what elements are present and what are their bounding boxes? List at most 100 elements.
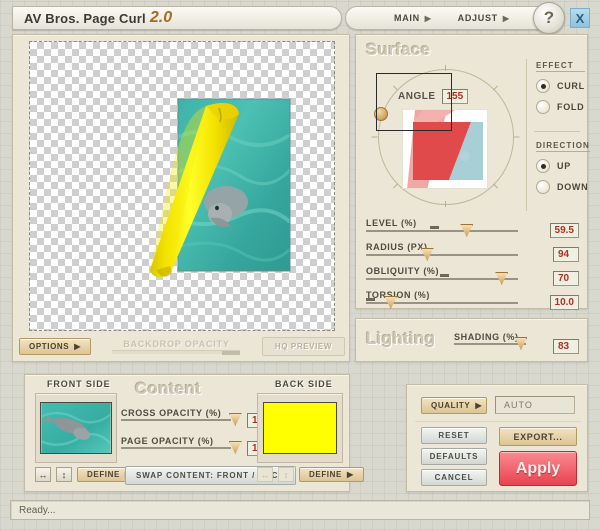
front-side-thumbnail <box>40 402 112 454</box>
chevron-right-icon: ▶ <box>475 401 482 410</box>
page-curl-render <box>30 42 336 332</box>
slider-cross-opacity-thumb[interactable] <box>229 413 242 426</box>
chevron-right-icon: ▶ <box>425 14 432 23</box>
slider-page-opacity-track[interactable] <box>121 447 231 449</box>
preview-panel: OPTIONS ▶ BACKDROP OPACITY HQ PREVIEW <box>12 34 350 362</box>
close-button[interactable]: X <box>570 8 590 28</box>
slider-page-opacity: PAGE OPACITY (%) <box>121 431 251 449</box>
defaults-button[interactable]: DEFAULTS <box>421 448 487 465</box>
back-flip-horizontal-icon: ↔ <box>257 467 273 482</box>
cancel-button[interactable]: CANCEL <box>421 469 487 486</box>
slider-radius-value[interactable]: 94 <box>553 247 579 262</box>
effect-group: EFFECT CURL FOLD <box>536 61 585 114</box>
help-button[interactable]: ? <box>533 2 565 34</box>
slider-level-tick <box>430 226 439 229</box>
reset-button[interactable]: RESET <box>421 427 487 444</box>
back-side-thumbnail <box>263 402 337 454</box>
app-version: 2.0 <box>150 9 172 27</box>
window-title-plate: AV Bros. Page Curl 2.0 <box>12 6 342 30</box>
dial-tick <box>445 65 446 71</box>
slider-shading-value[interactable]: 83 <box>553 339 579 354</box>
front-flip-vertical-icon[interactable]: ↕ <box>56 467 72 482</box>
dial-tick <box>445 201 446 207</box>
apply-button[interactable]: Apply <box>499 451 577 486</box>
slider-cross-opacity-track[interactable] <box>121 419 231 421</box>
slider-torsion-tick <box>366 298 375 301</box>
surface-divider <box>526 59 527 211</box>
slider-torsion: TORSION (%) 10.0 <box>366 285 579 313</box>
surface-panel-title: Surface <box>366 40 430 60</box>
hq-preview-button: HQ PREVIEW <box>262 337 345 356</box>
dial-tick <box>493 184 498 189</box>
slider-radius-thumb[interactable] <box>421 248 434 261</box>
slider-obliquity-track[interactable] <box>366 278 518 280</box>
dial-tick <box>372 137 378 138</box>
slider-radius-track[interactable] <box>366 254 518 256</box>
slider-level-value[interactable]: 59.5 <box>550 223 579 238</box>
back-define-button-label: DEFINE <box>309 470 342 479</box>
direction-option-down[interactable]: DOWN <box>536 180 590 194</box>
preview-canvas[interactable] <box>29 41 335 331</box>
direction-option-down-label: DOWN <box>557 182 588 192</box>
front-flip-horizontal-icon[interactable]: ↔ <box>35 467 51 482</box>
radio-fold-icon[interactable] <box>536 100 550 114</box>
quality-button-label: QUALITY <box>431 401 470 410</box>
effect-option-fold[interactable]: FOLD <box>536 100 585 114</box>
title-bar: AV Bros. Page Curl 2.0 MAIN ▶ ADJUST ▶ ?… <box>0 0 600 36</box>
content-panel: Content FRONT SIDE ↔ ↕ DEFINE ▶ CROSS OP… <box>24 374 350 492</box>
slider-level-track[interactable] <box>366 230 518 232</box>
back-side-controls: ↔ ↕ DEFINE ▶ <box>257 467 364 482</box>
direction-option-up-label: UP <box>557 161 571 171</box>
front-define-button-label: DEFINE <box>87 470 120 479</box>
slider-cross-opacity: CROSS OPACITY (%) <box>121 403 251 421</box>
chevron-right-icon: ▶ <box>503 14 510 23</box>
back-side-box[interactable] <box>257 393 343 463</box>
lighting-panel: Lighting SHADING (%) 83 <box>355 318 588 362</box>
back-side-label: BACK SIDE <box>275 379 333 389</box>
menu-item-main[interactable]: MAIN ▶ <box>394 13 432 23</box>
slider-shading: SHADING (%) 83 <box>454 327 579 345</box>
slider-shading-track[interactable] <box>454 343 526 345</box>
radio-down-icon[interactable] <box>536 180 550 194</box>
radio-up-icon[interactable] <box>536 159 550 173</box>
surface-panel: Surface ANGLE 155 <box>355 34 588 309</box>
back-define-button[interactable]: DEFINE ▶ <box>299 467 364 482</box>
direction-group: DIRECTION UP DOWN <box>536 141 590 194</box>
radio-curl-icon[interactable] <box>536 79 550 93</box>
content-panel-title: Content <box>135 379 201 399</box>
angle-dial[interactable]: ANGLE 155 <box>370 63 520 213</box>
menu-item-main-label: MAIN <box>394 13 420 23</box>
effect-option-curl[interactable]: CURL <box>536 79 585 93</box>
slider-level-label: LEVEL (%) <box>366 218 417 228</box>
action-divider <box>415 421 581 422</box>
status-message: Ready... <box>19 505 56 516</box>
close-icon: X <box>576 11 585 26</box>
effect-group-label: EFFECT <box>536 61 585 72</box>
slider-torsion-value[interactable]: 10.0 <box>550 295 579 310</box>
slider-torsion-label: TORSION (%) <box>366 290 430 300</box>
surface-thumbnail-frame <box>376 73 452 131</box>
menu-bar: MAIN ▶ ADJUST ▶ <box>345 6 540 30</box>
dial-tick <box>393 184 398 189</box>
export-button[interactable]: EXPORT... <box>499 427 577 446</box>
group-divider <box>534 131 580 132</box>
options-button[interactable]: OPTIONS ▶ <box>19 338 91 355</box>
slider-obliquity-thumb[interactable] <box>495 272 508 285</box>
quality-button[interactable]: QUALITY ▶ <box>421 397 487 414</box>
menu-item-adjust[interactable]: ADJUST ▶ <box>458 13 510 23</box>
slider-obliquity-value[interactable]: 70 <box>553 271 579 286</box>
slider-torsion-track[interactable] <box>366 302 518 304</box>
front-side-box[interactable] <box>35 393 117 463</box>
lighting-panel-title: Lighting <box>366 329 435 349</box>
action-panel: QUALITY ▶ AUTO RESET DEFAULTS CANCEL EXP… <box>406 384 588 492</box>
chevron-right-icon: ▶ <box>74 342 81 351</box>
slider-torsion-thumb[interactable] <box>384 296 397 309</box>
slider-page-opacity-thumb[interactable] <box>229 441 242 454</box>
options-button-label: OPTIONS <box>29 342 69 351</box>
front-side-label: FRONT SIDE <box>47 379 111 389</box>
direction-group-label: DIRECTION <box>536 141 590 152</box>
effect-option-fold-label: FOLD <box>557 102 584 112</box>
slider-level-thumb[interactable] <box>460 224 473 237</box>
direction-option-up[interactable]: UP <box>536 159 590 173</box>
slider-shading-thumb[interactable] <box>514 337 527 350</box>
